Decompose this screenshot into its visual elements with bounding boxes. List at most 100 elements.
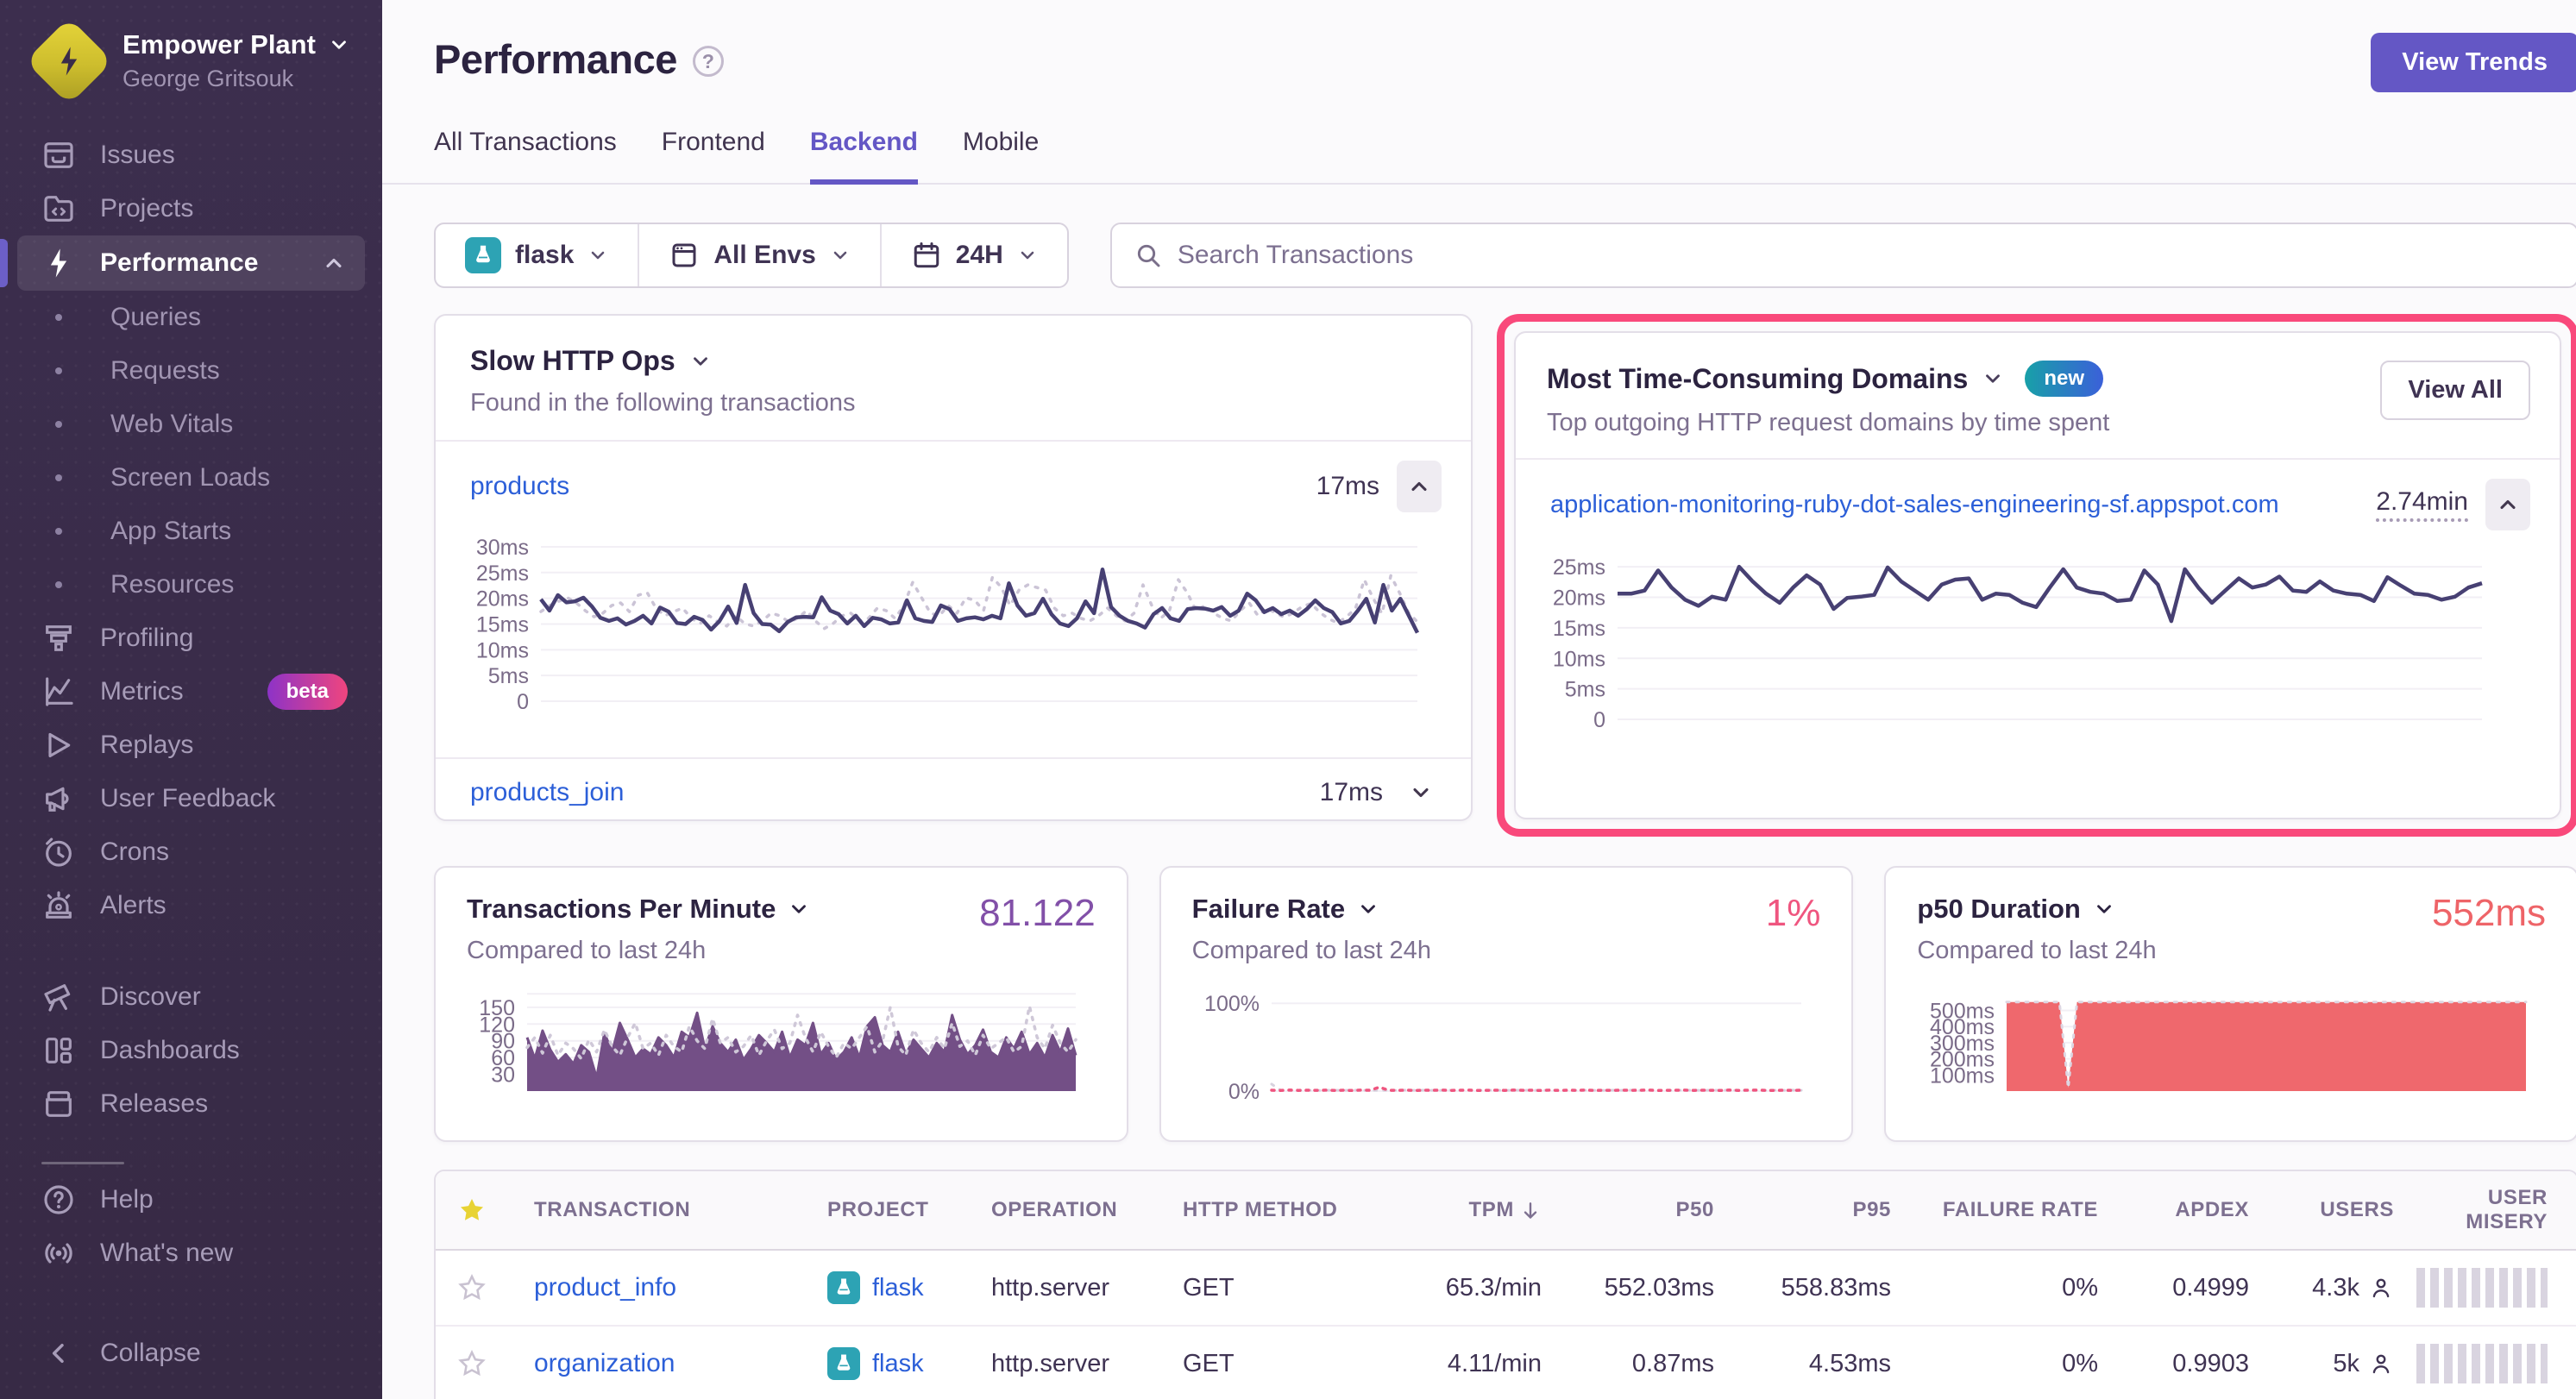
user-misery-bars bbox=[2416, 1344, 2548, 1383]
sidebar-collapse-button[interactable]: Collapse bbox=[0, 1327, 382, 1380]
col-user-misery[interactable]: USER MISERY bbox=[2416, 1186, 2576, 1234]
sidebar-item-crons[interactable]: Crons bbox=[0, 825, 382, 879]
sidebar-item-alerts[interactable]: Alerts bbox=[0, 879, 382, 932]
bullet-dot bbox=[55, 367, 62, 374]
tab-mobile[interactable]: Mobile bbox=[963, 128, 1039, 185]
star-toggle[interactable] bbox=[436, 1273, 508, 1302]
stat-subtitle: Compared to last 24h bbox=[1192, 937, 1821, 965]
tab-frontend[interactable]: Frontend bbox=[662, 128, 765, 185]
projects-icon bbox=[41, 191, 76, 226]
svg-text:25ms: 25ms bbox=[1553, 555, 1605, 580]
tab-backend[interactable]: Backend bbox=[810, 128, 918, 185]
products-join-link[interactable]: products_join bbox=[470, 778, 624, 807]
operation-cell: http.server bbox=[965, 1350, 1157, 1378]
telescope-icon bbox=[41, 980, 76, 1014]
tpm-cell: 4.11/min bbox=[1381, 1350, 1564, 1378]
project-cell[interactable]: flask bbox=[801, 1347, 965, 1380]
transaction-link[interactable]: product_info bbox=[508, 1273, 801, 1302]
col-tpm-sorted[interactable]: TPM bbox=[1381, 1198, 1564, 1222]
col-apdex[interactable]: APDEX bbox=[2120, 1198, 2271, 1222]
failure-rate-cell: 0% bbox=[1913, 1274, 2120, 1302]
sidebar-item-queries[interactable]: Queries bbox=[0, 291, 382, 344]
sidebar-item-label: Alerts bbox=[100, 891, 166, 920]
sidebar-item-label: Screen Loads bbox=[110, 463, 270, 492]
sidebar-item-label: Replays bbox=[100, 731, 193, 760]
sidebar-item-web-vitals[interactable]: Web Vitals bbox=[0, 398, 382, 451]
svg-text:20ms: 20ms bbox=[476, 587, 529, 612]
svg-text:0: 0 bbox=[517, 690, 529, 714]
sidebar-item-requests[interactable]: Requests bbox=[0, 344, 382, 398]
sidebar-item-replays[interactable]: Replays bbox=[0, 718, 382, 772]
chevron-down-icon bbox=[689, 350, 712, 373]
products-link[interactable]: products bbox=[470, 472, 569, 501]
expand-caret[interactable] bbox=[1400, 781, 1442, 805]
col-operation[interactable]: OPERATION bbox=[965, 1198, 1157, 1222]
star-column-header[interactable] bbox=[436, 1195, 508, 1225]
project-filter[interactable]: flask bbox=[436, 224, 638, 286]
sidebar-item-whats-new[interactable]: What's new bbox=[0, 1226, 382, 1280]
stat-subtitle: Compared to last 24h bbox=[467, 937, 1096, 965]
sidebar-item-dashboards[interactable]: Dashboards bbox=[0, 1024, 382, 1077]
sidebar-item-metrics[interactable]: Metrics beta bbox=[0, 665, 382, 718]
org-user: George Gritsouk bbox=[123, 66, 350, 92]
col-transaction[interactable]: TRANSACTION bbox=[508, 1198, 801, 1222]
tpm-card: Transactions Per Minute 81.122 Compared … bbox=[434, 866, 1128, 1142]
col-http-method[interactable]: HTTP METHOD bbox=[1157, 1198, 1381, 1222]
view-all-button[interactable]: View All bbox=[2380, 361, 2530, 420]
slow-http-ops-title-dropdown[interactable]: Slow HTTP Ops bbox=[470, 345, 1436, 377]
domains-chart: 25ms20ms15ms10ms5ms0 bbox=[1531, 546, 2491, 749]
collapse-label: Collapse bbox=[100, 1339, 201, 1368]
time-spent-value[interactable]: 2.74min bbox=[2376, 487, 2468, 522]
org-switcher[interactable]: Empower Plant George Gritsouk bbox=[0, 0, 382, 92]
date-range-filter[interactable]: 24H bbox=[880, 224, 1067, 286]
failure-rate-title-dropdown[interactable]: Failure Rate bbox=[1192, 894, 1821, 925]
sidebar-item-releases[interactable]: Releases bbox=[0, 1077, 382, 1131]
collapse-chip[interactable] bbox=[1397, 461, 1442, 512]
help-question-icon[interactable]: ? bbox=[693, 46, 724, 77]
sidebar-item-projects[interactable]: Projects bbox=[0, 182, 382, 235]
p50-value: 552ms bbox=[2432, 892, 2546, 935]
view-trends-button[interactable]: View Trends bbox=[2371, 33, 2576, 92]
failure-rate-cell: 0% bbox=[1913, 1350, 2120, 1378]
environment-filter[interactable]: All Envs bbox=[638, 224, 879, 286]
stat-title: Failure Rate bbox=[1192, 894, 1345, 925]
sidebar-item-performance[interactable]: Performance bbox=[17, 235, 365, 291]
domains-title-dropdown[interactable]: Most Time-Consuming Domains new bbox=[1547, 361, 2380, 397]
slow-http-ops-panel: Slow HTTP Ops Found in the following tra… bbox=[434, 314, 1473, 821]
col-p50[interactable]: P50 bbox=[1564, 1198, 1737, 1222]
slow-http-ops-chart: 30ms25ms20ms15ms10ms5ms0 bbox=[455, 528, 1426, 731]
transaction-link[interactable]: organization bbox=[508, 1349, 801, 1378]
sidebar-item-label: What's new bbox=[100, 1239, 233, 1268]
search-input[interactable] bbox=[1178, 241, 2554, 270]
siren-icon bbox=[41, 888, 76, 923]
star-toggle[interactable] bbox=[436, 1349, 508, 1378]
help-icon bbox=[41, 1183, 76, 1217]
chevron-down-icon bbox=[328, 34, 350, 56]
p50-cell: 552.03ms bbox=[1564, 1274, 1737, 1302]
org-logo-icon bbox=[25, 17, 113, 105]
sidebar-item-screen-loads[interactable]: Screen Loads bbox=[0, 451, 382, 505]
domain-link[interactable]: application-monitoring-ruby-dot-sales-en… bbox=[1550, 491, 2279, 519]
sidebar-item-app-starts[interactable]: App Starts bbox=[0, 505, 382, 558]
sidebar-item-help[interactable]: Help bbox=[0, 1173, 382, 1226]
col-p95[interactable]: P95 bbox=[1737, 1198, 1913, 1222]
sidebar-item-profiling[interactable]: Profiling bbox=[0, 612, 382, 665]
chevron-up-icon bbox=[322, 251, 346, 275]
sidebar-item-issues[interactable]: Issues bbox=[0, 129, 382, 182]
col-users[interactable]: USERS bbox=[2271, 1198, 2416, 1222]
sidebar-item-user-feedback[interactable]: User Feedback bbox=[0, 772, 382, 825]
failure-rate-chart: 100%0% bbox=[1192, 984, 1810, 1120]
transactions-table: TRANSACTION PROJECT OPERATION HTTP METHO… bbox=[434, 1170, 2576, 1399]
sidebar-item-resources[interactable]: Resources bbox=[0, 558, 382, 612]
sidebar-divider bbox=[41, 1162, 124, 1164]
sidebar-item-label: Discover bbox=[100, 982, 201, 1012]
archive-icon bbox=[41, 1087, 76, 1121]
svg-text:0: 0 bbox=[1593, 708, 1605, 732]
sidebar-item-label: Dashboards bbox=[100, 1036, 240, 1065]
collapse-chip[interactable] bbox=[2485, 479, 2530, 530]
project-cell[interactable]: flask bbox=[801, 1271, 965, 1304]
tab-all-transactions[interactable]: All Transactions bbox=[434, 128, 617, 185]
col-project[interactable]: PROJECT bbox=[801, 1198, 965, 1222]
col-failure-rate[interactable]: FAILURE RATE bbox=[1913, 1198, 2120, 1222]
sidebar-item-discover[interactable]: Discover bbox=[0, 970, 382, 1024]
